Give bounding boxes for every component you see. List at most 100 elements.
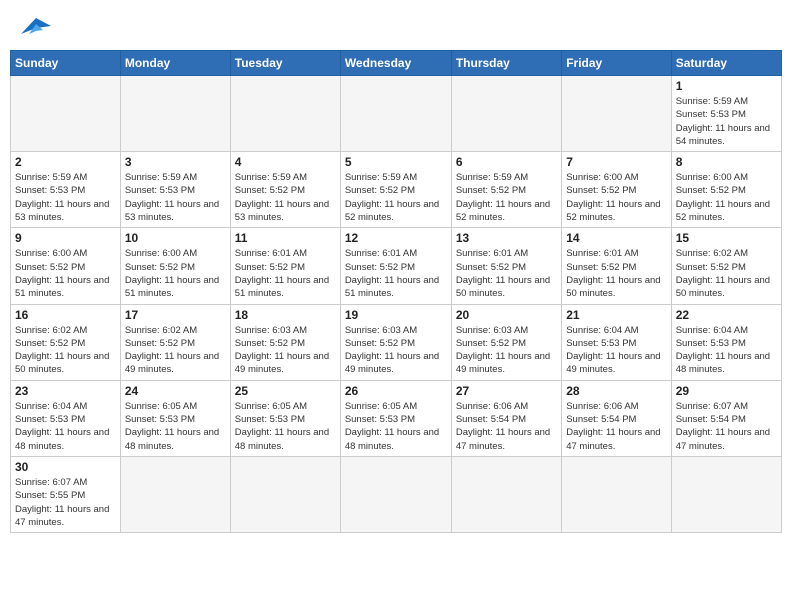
calendar-cell: 6 Sunrise: 5:59 AMSunset: 5:52 PMDaylight… — [451, 152, 561, 228]
calendar-cell — [120, 456, 230, 532]
day-number: 7 — [566, 155, 666, 169]
day-number: 26 — [345, 384, 447, 398]
day-number: 6 — [456, 155, 557, 169]
day-info: Sunrise: 5:59 AMSunset: 5:53 PMDaylight:… — [125, 171, 226, 224]
calendar-cell: 1 Sunrise: 5:59 AMSunset: 5:53 PMDaylight… — [671, 76, 781, 152]
calendar-cell: 2Sunrise: 5:59 AMSunset: 5:53 PMDaylight… — [11, 152, 121, 228]
day-info: Sunrise: 5:59 AMSunset: 5:52 PMDaylight:… — [235, 171, 336, 224]
calendar-cell — [230, 456, 340, 532]
calendar-cell: 26 Sunrise: 6:05 AMSunset: 5:53 PMDayligh… — [340, 380, 451, 456]
weekday-header-row: SundayMondayTuesdayWednesdayThursdayFrid… — [11, 51, 782, 76]
calendar-cell: 22Sunrise: 6:04 AMSunset: 5:53 PMDayligh… — [671, 304, 781, 380]
weekday-header-sunday: Sunday — [11, 51, 121, 76]
day-info: Sunrise: 5:59 AMSunset: 5:53 PMDaylight:… — [676, 95, 777, 148]
day-info: Sunrise: 6:00 AMSunset: 5:52 PMDaylight:… — [676, 171, 777, 224]
day-info: Sunrise: 6:04 AMSunset: 5:53 PMDaylight:… — [566, 324, 666, 377]
calendar-cell — [340, 76, 451, 152]
day-info: Sunrise: 6:07 AMSunset: 5:54 PMDaylight:… — [676, 400, 777, 453]
calendar-cell: 25 Sunrise: 6:05 AMSunset: 5:53 PMDayligh… — [230, 380, 340, 456]
day-number: 1 — [676, 79, 777, 93]
calendar-cell: 23Sunrise: 6:04 AMSunset: 5:53 PMDayligh… — [11, 380, 121, 456]
day-number: 16 — [15, 308, 116, 322]
day-number: 17 — [125, 308, 226, 322]
day-number: 3 — [125, 155, 226, 169]
calendar-cell: 11Sunrise: 6:01 AMSunset: 5:52 PMDayligh… — [230, 228, 340, 304]
day-number: 9 — [15, 231, 116, 245]
day-number: 12 — [345, 231, 447, 245]
logo-bird-icon — [21, 14, 51, 38]
day-number: 2 — [15, 155, 116, 169]
day-number: 29 — [676, 384, 777, 398]
day-number: 25 — [235, 384, 336, 398]
day-number: 24 — [125, 384, 226, 398]
calendar-cell: 29 Sunrise: 6:07 AMSunset: 5:54 PMDayligh… — [671, 380, 781, 456]
calendar-cell — [562, 76, 671, 152]
day-info: Sunrise: 6:02 AMSunset: 5:52 PMDaylight:… — [15, 324, 116, 377]
day-number: 30 — [15, 460, 116, 474]
week-row-2: 2 Sunrise: 5:59 AMSunset: 5:53 PMDaylight… — [11, 152, 782, 228]
calendar-cell: 13Sunrise: 6:01 AMSunset: 5:52 PMDayligh… — [451, 228, 561, 304]
day-info: Sunrise: 6:02 AMSunset: 5:52 PMDaylight:… — [125, 324, 226, 377]
day-number: 18 — [235, 308, 336, 322]
day-number: 27 — [456, 384, 557, 398]
calendar-cell: 20 Sunrise: 6:03 AMSunset: 5:52 PMDayligh… — [451, 304, 561, 380]
day-info: Sunrise: 6:05 AMSunset: 5:53 PMDaylight:… — [235, 400, 336, 453]
weekday-header-saturday: Saturday — [671, 51, 781, 76]
day-number: 11 — [235, 231, 336, 245]
weekday-header-thursday: Thursday — [451, 51, 561, 76]
day-number: 8 — [676, 155, 777, 169]
day-info: Sunrise: 6:03 AMSunset: 5:52 PMDaylight:… — [456, 324, 557, 377]
calendar-cell: 3 Sunrise: 5:59 AMSunset: 5:53 PMDaylight… — [120, 152, 230, 228]
calendar-cell: 15 Sunrise: 6:02 AMSunset: 5:52 PMDayligh… — [671, 228, 781, 304]
calendar-cell — [230, 76, 340, 152]
calendar-cell: 10 Sunrise: 6:00 AMSunset: 5:52 PMDayligh… — [120, 228, 230, 304]
calendar-cell: 28Sunrise: 6:06 AMSunset: 5:54 PMDayligh… — [562, 380, 671, 456]
day-info: Sunrise: 6:06 AMSunset: 5:54 PMDaylight:… — [456, 400, 557, 453]
day-info: Sunrise: 6:05 AMSunset: 5:53 PMDaylight:… — [125, 400, 226, 453]
calendar-cell — [451, 76, 561, 152]
calendar-cell: 24 Sunrise: 6:05 AMSunset: 5:53 PMDayligh… — [120, 380, 230, 456]
calendar-cell: 8 Sunrise: 6:00 AMSunset: 5:52 PMDaylight… — [671, 152, 781, 228]
calendar-cell: 19Sunrise: 6:03 AMSunset: 5:52 PMDayligh… — [340, 304, 451, 380]
calendar-cell: 18 Sunrise: 6:03 AMSunset: 5:52 PMDayligh… — [230, 304, 340, 380]
week-row-1: 1 Sunrise: 5:59 AMSunset: 5:53 PMDaylight… — [11, 76, 782, 152]
day-number: 15 — [676, 231, 777, 245]
day-number: 4 — [235, 155, 336, 169]
day-info: Sunrise: 6:01 AMSunset: 5:52 PMDaylight:… — [456, 247, 557, 300]
weekday-header-monday: Monday — [120, 51, 230, 76]
calendar-cell — [11, 76, 121, 152]
calendar-cell: 7 Sunrise: 6:00 AMSunset: 5:52 PMDaylight… — [562, 152, 671, 228]
day-info: Sunrise: 6:03 AMSunset: 5:52 PMDaylight:… — [235, 324, 336, 377]
calendar-cell: 16 Sunrise: 6:02 AMSunset: 5:52 PMDayligh… — [11, 304, 121, 380]
day-info: Sunrise: 6:02 AMSunset: 5:52 PMDaylight:… — [676, 247, 777, 300]
calendar-cell — [451, 456, 561, 532]
day-info: Sunrise: 6:04 AMSunset: 5:53 PMDaylight:… — [676, 324, 777, 377]
day-info: Sunrise: 5:59 AMSunset: 5:52 PMDaylight:… — [456, 171, 557, 224]
day-number: 10 — [125, 231, 226, 245]
day-info: Sunrise: 6:01 AMSunset: 5:52 PMDaylight:… — [345, 247, 447, 300]
day-info: Sunrise: 6:01 AMSunset: 5:52 PMDaylight:… — [566, 247, 666, 300]
calendar-cell: 21 Sunrise: 6:04 AMSunset: 5:53 PMDayligh… — [562, 304, 671, 380]
calendar-cell: 12 Sunrise: 6:01 AMSunset: 5:52 PMDayligh… — [340, 228, 451, 304]
day-info: Sunrise: 5:59 AMSunset: 5:52 PMDaylight:… — [345, 171, 447, 224]
day-info: Sunrise: 6:05 AMSunset: 5:53 PMDaylight:… — [345, 400, 447, 453]
calendar-cell: 30 Sunrise: 6:07 AMSunset: 5:55 PMDayligh… — [11, 456, 121, 532]
day-number: 21 — [566, 308, 666, 322]
day-number: 14 — [566, 231, 666, 245]
calendar-cell: 17 Sunrise: 6:02 AMSunset: 5:52 PMDayligh… — [120, 304, 230, 380]
week-row-6: 30 Sunrise: 6:07 AMSunset: 5:55 PMDayligh… — [11, 456, 782, 532]
day-info: Sunrise: 6:07 AMSunset: 5:55 PMDaylight:… — [15, 476, 116, 529]
calendar-cell — [562, 456, 671, 532]
week-row-3: 9 Sunrise: 6:00 AMSunset: 5:52 PMDaylight… — [11, 228, 782, 304]
calendar-table: SundayMondayTuesdayWednesdayThursdayFrid… — [10, 50, 782, 533]
day-number: 19 — [345, 308, 447, 322]
weekday-header-tuesday: Tuesday — [230, 51, 340, 76]
calendar-cell — [340, 456, 451, 532]
day-info: Sunrise: 6:00 AMSunset: 5:52 PMDaylight:… — [125, 247, 226, 300]
weekday-header-friday: Friday — [562, 51, 671, 76]
week-row-5: 23Sunrise: 6:04 AMSunset: 5:53 PMDayligh… — [11, 380, 782, 456]
day-info: Sunrise: 6:00 AMSunset: 5:52 PMDaylight:… — [566, 171, 666, 224]
day-number: 20 — [456, 308, 557, 322]
calendar-cell: 4 Sunrise: 5:59 AMSunset: 5:52 PMDaylight… — [230, 152, 340, 228]
day-number: 5 — [345, 155, 447, 169]
